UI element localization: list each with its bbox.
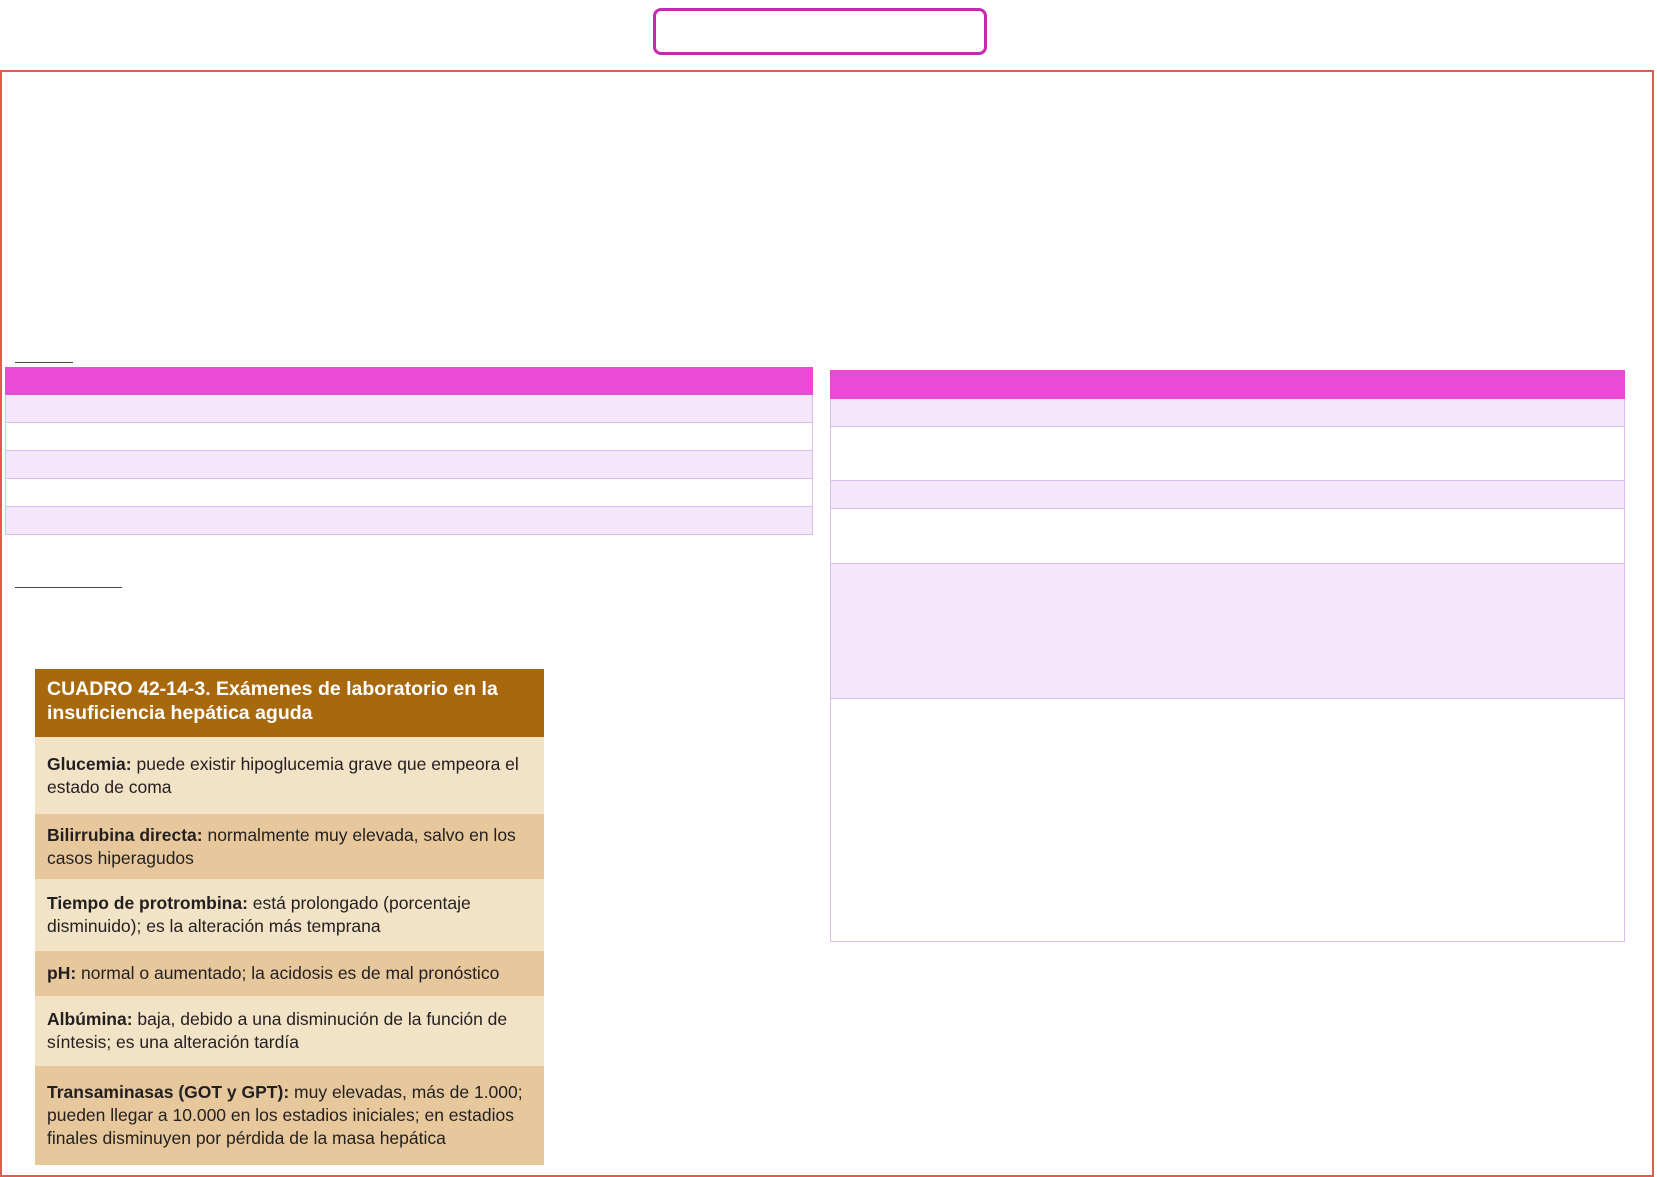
lab-row-term: Tiempo de protrombina: — [47, 893, 248, 913]
lab-row-text: Glucemia: puede existir hipoglucemia gra… — [47, 753, 532, 799]
lab-row-ph: pH: normal o aumentado; la acidosis es d… — [35, 951, 544, 996]
section-heading-underline-1 — [15, 362, 73, 363]
lab-row-term: pH: — [47, 963, 77, 983]
section-heading-underline-2 — [15, 587, 122, 588]
title-box — [653, 8, 987, 55]
lab-row-albumina: Albúmina: baja, debido a una disminución… — [35, 996, 544, 1066]
lab-row-transaminasas: Transaminasas (GOT y GPT): muy elevadas,… — [35, 1066, 544, 1165]
table-row — [830, 398, 1625, 427]
lab-row-term: Bilirrubina directa: — [47, 824, 203, 845]
lab-row-text: Tiempo de protrombina: está prolongado (… — [47, 892, 532, 938]
lab-row-glucemia: Glucemia: puede existir hipoglucemia gra… — [35, 737, 544, 814]
table-row — [830, 508, 1625, 564]
table-header-row — [830, 370, 1625, 399]
lab-exams-table: CUADRO 42-14-3. Exámenes de laboratorio … — [35, 669, 544, 1165]
table-row — [830, 426, 1625, 481]
table-row — [830, 698, 1625, 942]
table-row — [5, 450, 813, 479]
table-row — [5, 422, 813, 451]
table-header-row — [5, 367, 813, 395]
lab-row-term: Transaminasas (GOT y GPT): — [47, 1082, 290, 1102]
lab-row-term: Albúmina: — [47, 1009, 133, 1029]
table-row — [5, 394, 813, 423]
lab-row-bilirrubina: Bilirrubina directa: normalmente muy ele… — [35, 814, 544, 879]
lab-row-text: pH: normal o aumentado; la acidosis es d… — [47, 962, 532, 985]
right-table — [830, 370, 1625, 942]
table-row — [830, 480, 1625, 509]
table-row — [5, 478, 813, 507]
table-row — [5, 506, 813, 535]
lab-table-title: CUADRO 42-14-3. Exámenes de laboratorio … — [35, 669, 544, 737]
lab-row-text: Albúmina: baja, debido a una disminución… — [47, 1008, 532, 1054]
lab-row-protrombina: Tiempo de protrombina: está prolongado (… — [35, 879, 544, 951]
table-row — [830, 563, 1625, 699]
left-table — [5, 367, 813, 535]
lab-row-text: Bilirrubina directa: normalmente muy ele… — [47, 824, 532, 870]
lab-row-text: Transaminasas (GOT y GPT): muy elevadas,… — [47, 1081, 532, 1150]
lab-row-description: normal o aumentado; la acidosis es de ma… — [76, 963, 500, 983]
lab-row-term: Glucemia: — [47, 753, 132, 774]
